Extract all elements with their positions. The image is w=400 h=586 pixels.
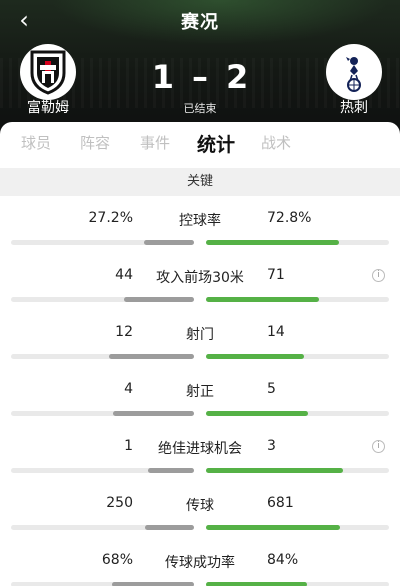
away-stat-value: 71 bbox=[267, 267, 285, 283]
tab-lineup[interactable]: 阵容 bbox=[80, 132, 110, 153]
tab-players[interactable]: 球员 bbox=[21, 132, 51, 153]
stat-label: 传球成功率 bbox=[165, 555, 235, 571]
away-stat-value: 5 bbox=[267, 381, 276, 397]
away-bar-track bbox=[206, 525, 389, 530]
away-bar-fill bbox=[206, 411, 308, 416]
stat-row: 1 绝佳进球机会 3 i bbox=[0, 428, 400, 484]
tab-stats[interactable]: 统计 bbox=[197, 130, 235, 157]
stat-label: 绝佳进球机会 bbox=[158, 441, 242, 457]
home-bar-track bbox=[11, 582, 194, 586]
page-title: 赛况 bbox=[181, 12, 219, 33]
home-bar-fill bbox=[109, 354, 194, 359]
away-bar-track bbox=[206, 468, 389, 473]
away-score: 2 bbox=[226, 58, 249, 96]
away-stat-value: 84% bbox=[267, 552, 299, 568]
stat-label: 射正 bbox=[186, 384, 214, 400]
away-stat-value: 3 bbox=[267, 438, 276, 454]
stat-row: 44 攻入前场30米 71 i bbox=[0, 257, 400, 313]
away-bar-fill bbox=[206, 582, 307, 586]
away-bar-track bbox=[206, 354, 389, 359]
away-bar-fill bbox=[206, 354, 304, 359]
tab-bar: 球员 阵容 事件 统计 战术 bbox=[0, 122, 400, 168]
away-stat-value: 72.8% bbox=[267, 210, 312, 226]
stat-row: 12 射门 14 bbox=[0, 314, 400, 370]
away-bar-fill bbox=[206, 525, 340, 530]
info-icon[interactable]: i bbox=[372, 269, 385, 282]
away-stat-value: 14 bbox=[267, 324, 285, 340]
home-score: 1 bbox=[151, 58, 174, 96]
home-bar-fill bbox=[145, 525, 194, 530]
away-bar-fill bbox=[206, 297, 319, 302]
stat-label: 射门 bbox=[186, 327, 214, 343]
away-bar-track bbox=[206, 297, 389, 302]
tab-tactics[interactable]: 战术 bbox=[261, 132, 291, 153]
stat-row: 27.2% 控球率 72.8% bbox=[0, 200, 400, 256]
away-bar-fill bbox=[206, 468, 343, 473]
home-bar-track bbox=[11, 525, 194, 530]
stat-label: 控球率 bbox=[179, 213, 221, 229]
home-bar-track bbox=[11, 411, 194, 416]
home-bar-fill bbox=[148, 468, 194, 473]
away-bar-fill bbox=[206, 240, 339, 245]
section-header: 关键 bbox=[0, 168, 400, 196]
home-bar-fill bbox=[144, 240, 194, 245]
home-bar-fill bbox=[113, 411, 194, 416]
stat-row: 68% 传球成功率 84% bbox=[0, 542, 400, 586]
stat-label: 攻入前场30米 bbox=[156, 270, 244, 286]
stat-row: 250 传球 681 bbox=[0, 485, 400, 541]
home-bar-track bbox=[11, 354, 194, 359]
home-bar-fill bbox=[112, 582, 194, 586]
home-bar-track bbox=[11, 468, 194, 473]
scoreline: 1 – 2 bbox=[0, 58, 400, 96]
match-status: 已结束 bbox=[183, 102, 217, 115]
home-bar-fill bbox=[124, 297, 194, 302]
home-bar-track bbox=[11, 297, 194, 302]
score-separator: – bbox=[192, 58, 208, 96]
tab-events[interactable]: 事件 bbox=[140, 132, 170, 153]
stat-row: 4 射正 5 bbox=[0, 371, 400, 427]
home-bar-track bbox=[11, 240, 194, 245]
info-icon[interactable]: i bbox=[372, 440, 385, 453]
away-bar-track bbox=[206, 240, 389, 245]
away-stat-value: 681 bbox=[267, 495, 294, 511]
away-bar-track bbox=[206, 411, 389, 416]
away-bar-track bbox=[206, 582, 389, 586]
stat-label: 传球 bbox=[186, 498, 214, 514]
